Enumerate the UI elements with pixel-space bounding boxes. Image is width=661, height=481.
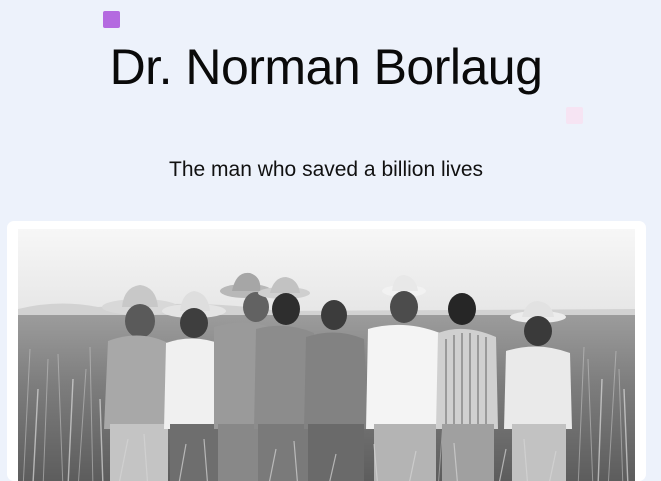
group-photo-image bbox=[18, 229, 635, 481]
page-title: Dr. Norman Borlaug bbox=[109, 39, 543, 95]
page-subtitle: The man who saved a billion lives bbox=[169, 158, 483, 181]
photo-card bbox=[7, 221, 646, 481]
decorative-square-pink bbox=[566, 107, 583, 124]
decorative-square-purple bbox=[103, 11, 120, 28]
